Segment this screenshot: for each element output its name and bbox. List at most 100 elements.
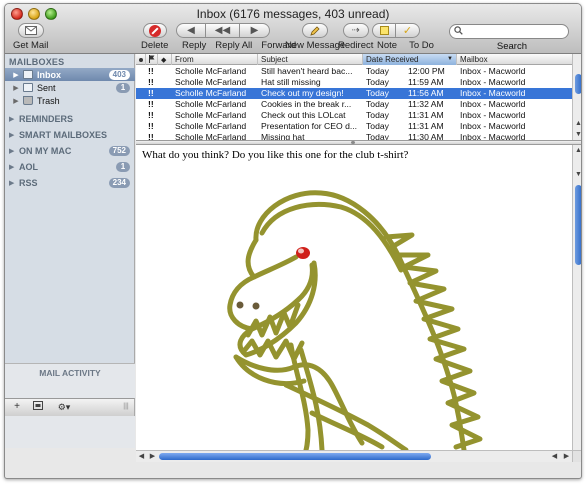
reply-all-icon[interactable]: ◀◀ bbox=[206, 23, 240, 38]
column-header-status[interactable] bbox=[136, 54, 146, 65]
scroll-left-arrow-icon[interactable]: ◀ bbox=[549, 451, 560, 462]
unread-badge: 752 bbox=[108, 145, 130, 156]
reply-icon[interactable]: ◀ bbox=[176, 23, 206, 38]
preview-vertical-scrollbar[interactable]: ▲ ▼ bbox=[572, 145, 581, 450]
reply-all-label: Reply All bbox=[215, 40, 253, 51]
disclosure-triangle-icon[interactable]: ▶ bbox=[11, 84, 21, 92]
cell-mailbox: Inbox - Macworld bbox=[460, 88, 526, 98]
reply-segmented-control: ◀ ◀◀ ▶ bbox=[176, 23, 296, 38]
window-title: Inbox (6176 messages, 403 unread) bbox=[196, 7, 390, 21]
dinosaur-drawing-image bbox=[227, 190, 483, 450]
unread-badge: 1 bbox=[116, 82, 130, 93]
nostril-left bbox=[236, 301, 244, 309]
delete-button[interactable]: Delete bbox=[141, 23, 168, 51]
sidebar-group-label: ON MY MAC bbox=[19, 145, 72, 156]
table-row[interactable]: !! Scholle McFarland Still haven't heard b… bbox=[136, 66, 572, 77]
add-mailbox-button[interactable]: + bbox=[11, 401, 23, 413]
mailbox-sidebar: MAILBOXES ▶ Inbox 403 ▶ Sent 1 ▶ Trash ▶… bbox=[5, 54, 135, 448]
disclosure-triangle-icon[interactable]: ▶ bbox=[9, 131, 17, 139]
disclosure-triangle-icon[interactable]: ▶ bbox=[9, 179, 17, 187]
preview-horizontal-scrollbar[interactable]: ◀ ▶ ◀ ▶ bbox=[136, 450, 572, 462]
diamond-icon: ◆ bbox=[161, 57, 167, 64]
mail-activity-title: MAIL ACTIVITY bbox=[39, 368, 101, 378]
sidebar-group-label: SMART MAILBOXES bbox=[19, 129, 108, 140]
cell-mailbox: Inbox - Macworld bbox=[460, 110, 526, 120]
sidebar-item-label: Sent bbox=[37, 82, 56, 93]
sidebar-group-on-my-mac[interactable]: ▶ ON MY MAC 752 bbox=[5, 144, 135, 157]
disclosure-triangle-icon[interactable]: ▶ bbox=[11, 97, 21, 105]
redirect-button[interactable]: ⇢ Redirect bbox=[338, 23, 373, 51]
scroll-down-arrow-icon[interactable]: ▼ bbox=[573, 169, 581, 180]
scroll-left-arrow-icon[interactable]: ◀ bbox=[136, 451, 147, 462]
sidebar-group-reminders[interactable]: ▶ REMINDERS bbox=[5, 112, 135, 125]
action-menu-button[interactable]: ⚙▾ bbox=[53, 401, 75, 413]
sidebar-group-aol[interactable]: ▶ AOL 1 bbox=[5, 160, 135, 173]
sidebar-item-trash[interactable]: ▶ Trash bbox=[5, 94, 135, 107]
scroll-right-arrow-icon[interactable]: ▶ bbox=[561, 451, 572, 462]
table-row[interactable]: !! Scholle McFarland Check out my design! T… bbox=[136, 88, 572, 99]
todo-icon[interactable]: ✓ bbox=[396, 23, 420, 38]
search-input[interactable] bbox=[466, 26, 566, 37]
cell-time: 11:32 AM bbox=[408, 99, 444, 109]
note-icon[interactable] bbox=[372, 23, 396, 38]
scroll-thumb[interactable] bbox=[575, 74, 581, 94]
disclosure-triangle-icon[interactable]: ▶ bbox=[9, 163, 17, 171]
forward-icon[interactable]: ▶ bbox=[240, 23, 270, 38]
scroll-down-arrow-icon[interactable]: ▼ bbox=[573, 129, 581, 140]
sidebar-group-rss[interactable]: ▶ RSS 234 bbox=[5, 176, 135, 189]
cell-date: Today bbox=[366, 77, 389, 87]
scroll-thumb[interactable] bbox=[575, 185, 581, 265]
column-header-date-received[interactable]: Date Received ▼ bbox=[363, 54, 457, 65]
unread-badge: 1 bbox=[116, 161, 130, 172]
table-row[interactable]: !! Scholle McFarland Cookies in the break … bbox=[136, 99, 572, 110]
column-header-from[interactable]: From bbox=[172, 54, 258, 65]
get-mail-icon bbox=[17, 23, 44, 38]
cell-from: Scholle McFarland bbox=[175, 66, 247, 76]
unread-badge: 403 bbox=[108, 69, 130, 80]
sidebar-item-label: Trash bbox=[37, 95, 60, 106]
cell-from: Scholle McFarland bbox=[175, 99, 247, 109]
compose-icon bbox=[302, 23, 329, 38]
column-header-subject[interactable]: Subject bbox=[258, 54, 363, 65]
redirect-icon: ⇢ bbox=[342, 23, 369, 38]
sidebar-group-smart-mailboxes[interactable]: ▶ SMART MAILBOXES bbox=[5, 128, 135, 141]
cell-subject: Hat still missing bbox=[261, 77, 321, 87]
new-message-button[interactable]: New Message bbox=[285, 23, 345, 51]
eye-highlight bbox=[298, 248, 304, 254]
message-list: ◆ From Subject Date Received ▼ Mailbox !… bbox=[136, 54, 581, 142]
resize-handle[interactable]: ||| bbox=[121, 401, 131, 413]
scroll-thumb[interactable] bbox=[159, 453, 431, 460]
get-mail-button[interactable]: Get Mail bbox=[13, 23, 48, 51]
sidebar-bottom-bar: + ⚙▾ ||| bbox=[5, 398, 135, 416]
window-resize-grip[interactable] bbox=[572, 450, 581, 462]
message-list-scrollbar[interactable]: ▲ ▼ bbox=[572, 54, 581, 140]
cell-from: Scholle McFarland bbox=[175, 110, 247, 120]
disclosure-triangle-icon[interactable]: ▶ bbox=[9, 115, 17, 123]
sidebar-item-inbox[interactable]: ▶ Inbox 403 bbox=[5, 68, 135, 81]
reply-label: Reply bbox=[182, 40, 207, 51]
sidebar-item-sent[interactable]: ▶ Sent 1 bbox=[5, 81, 135, 94]
cell-from: Scholle McFarland bbox=[175, 77, 247, 87]
disclosure-triangle-icon[interactable]: ▶ bbox=[9, 147, 17, 155]
cell-time: 11:31 AM bbox=[408, 110, 444, 120]
show-photo-button[interactable] bbox=[31, 401, 45, 413]
column-header-flag[interactable] bbox=[146, 54, 158, 65]
note-todo-segmented-control: ✓ bbox=[372, 23, 434, 38]
column-header-mailbox[interactable]: Mailbox bbox=[457, 54, 572, 65]
scroll-up-arrow-icon[interactable]: ▲ bbox=[573, 118, 581, 129]
table-row[interactable]: !! Scholle McFarland Hat still missing Toda… bbox=[136, 77, 572, 88]
message-preview: What do you think? Do you like this one … bbox=[136, 145, 572, 450]
cell-time: 11:31 AM bbox=[408, 121, 444, 131]
flag-icon bbox=[149, 55, 155, 63]
column-header-attachment[interactable]: ◆ bbox=[158, 54, 172, 65]
scroll-up-arrow-icon[interactable]: ▲ bbox=[573, 145, 581, 156]
message-list-header: ◆ From Subject Date Received ▼ Mailbox bbox=[136, 54, 572, 65]
search-field[interactable] bbox=[449, 24, 569, 39]
disclosure-triangle-icon[interactable]: ▶ bbox=[11, 71, 21, 79]
table-row[interactable]: !! Scholle McFarland Check out this LOLcat… bbox=[136, 110, 572, 121]
unread-badge: 234 bbox=[108, 177, 130, 188]
table-row[interactable]: !! Scholle McFarland Presentation for CEO … bbox=[136, 121, 572, 132]
column-header-label: Date Received bbox=[366, 55, 419, 64]
sidebar-group-label: AOL bbox=[19, 161, 38, 172]
scroll-right-arrow-icon[interactable]: ▶ bbox=[147, 451, 158, 462]
